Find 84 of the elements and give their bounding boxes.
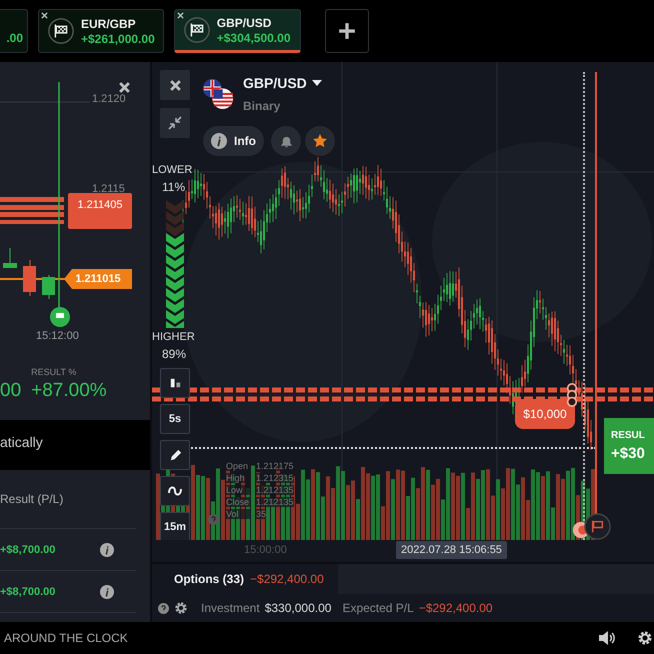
expected-value: −$292,400.00 (418, 601, 493, 615)
result-label: RESULT % (31, 367, 78, 377)
asset-type: Binary (243, 99, 280, 113)
price-axis-label: 1.2115 (92, 183, 125, 195)
ohlc-value: 1.212315 (256, 473, 294, 483)
settings-icon[interactable] (174, 601, 188, 615)
flag-icon (50, 307, 70, 327)
ohlc-label: Low (226, 485, 250, 495)
time-axis-label: 15:00:00 (244, 544, 287, 556)
tab-amount: +$261,000.00 (81, 32, 155, 46)
help-icon[interactable] (158, 602, 169, 614)
lower-label: LOWER (152, 164, 192, 176)
speaker-icon[interactable] (598, 630, 616, 646)
close-icon[interactable] (176, 12, 184, 19)
flag-icon (584, 513, 611, 540)
amount-value: 00 (0, 380, 22, 402)
flag-icon (182, 16, 211, 44)
notice-text: atically (0, 434, 43, 450)
timeframe-button[interactable]: 15m (160, 512, 190, 540)
candlestick (23, 260, 36, 296)
result-value: +$30 (611, 445, 646, 462)
ohlc-label: Vol (226, 509, 250, 519)
lower-percent: 11% (162, 180, 186, 194)
investment-value: $330,000.00 (264, 601, 332, 615)
asset-tab[interactable]: EUR/GBP +$261,000.00 (38, 9, 164, 53)
coins-icon (566, 382, 578, 408)
star-icon (312, 133, 328, 149)
settings-icon[interactable] (636, 630, 654, 646)
collapse-icon (168, 116, 182, 130)
alert-button[interactable] (271, 126, 301, 156)
trade-amount-tag: $10,000 (515, 399, 575, 429)
tab-label: GBP/USD (216, 16, 272, 30)
higher-label: HIGHER (152, 331, 195, 343)
expiry-time: 15:12:00 (36, 330, 79, 342)
plus-icon (338, 22, 356, 40)
collapse-button[interactable] (160, 108, 190, 138)
tab-label: EUR/GBP (81, 16, 137, 30)
ohlc-value: 35 (256, 509, 266, 519)
price-tag: 1.211405 (68, 193, 132, 229)
options-total: −$292,400.00 (250, 572, 324, 586)
tab-amount: +$304,500.00 (216, 30, 290, 44)
table-cell: +$8,700.00 (0, 586, 56, 598)
column-header: Result (P/L) (0, 492, 64, 506)
info-icon[interactable] (100, 542, 114, 556)
higher-percent: 89% (162, 347, 186, 361)
dropdown-caret-icon (312, 80, 322, 86)
asset-selector[interactable]: GBP/USD (243, 75, 322, 91)
options-tab[interactable]: Options (33) −$292,400.00 (152, 564, 338, 594)
result-label: RESUL (611, 430, 646, 441)
chart-type-button[interactable] (160, 368, 190, 398)
ohlc-value: 1.212175 (256, 461, 294, 471)
ohlc-label: Close (226, 497, 250, 507)
expected-label: Expected P/L (342, 601, 414, 615)
ohlc-label: Open (226, 461, 250, 471)
status-text: AROUND THE CLOCK (4, 631, 129, 645)
wave-button[interactable] (160, 476, 190, 506)
help-icon[interactable] (208, 514, 219, 525)
crosshair-time-label: 2022.07.28 15:06:55 (396, 541, 507, 559)
info-button[interactable]: Info (203, 126, 264, 156)
asset-tab[interactable]: .00 (0, 9, 28, 53)
tab-amount: .00 (6, 31, 23, 45)
close-icon (168, 78, 182, 92)
info-icon (211, 133, 227, 149)
current-price-tag: 1.211015 (64, 269, 132, 289)
favorite-button[interactable] (305, 126, 335, 156)
options-label: Options (33) (174, 572, 244, 586)
info-icon[interactable] (100, 584, 114, 598)
add-tab-button[interactable] (324, 9, 369, 53)
table-cell: +$8,700.00 (0, 544, 56, 556)
candlestick (42, 274, 55, 300)
close-icon[interactable] (41, 12, 48, 19)
flag-icon (47, 17, 75, 45)
ohlc-value: 1.212135 (256, 485, 294, 495)
close-icon[interactable] (118, 81, 131, 94)
result-value: +87.00% (31, 380, 107, 402)
flags-icon (202, 78, 234, 110)
timeframe-button[interactable]: 5s (160, 404, 190, 434)
candlestick (3, 248, 17, 268)
investment-label: Investment (201, 601, 260, 615)
price-axis-label: 1.2120 (92, 93, 126, 105)
ohlc-value: 1.212135 (256, 497, 294, 507)
asset-tab[interactable]: GBP/USD +$304,500.00 (174, 9, 301, 53)
pencil-button[interactable] (160, 440, 190, 470)
close-button[interactable] (160, 70, 190, 100)
